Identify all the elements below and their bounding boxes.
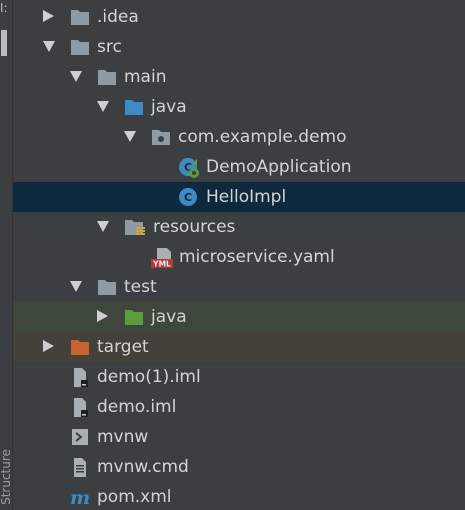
folder-icon (70, 8, 90, 26)
iml-file-icon (70, 397, 90, 417)
tree-item-label: .idea (97, 7, 139, 27)
svg-text:C: C (184, 191, 192, 204)
tree-item-demo1-iml[interactable]: demo(1).iml (13, 362, 465, 392)
tree-item-label: java (151, 97, 187, 117)
package-icon (151, 128, 171, 146)
project-tree: .idea src main java com.example.demo C D… (13, 2, 465, 510)
tree-item-idea[interactable]: .idea (13, 2, 465, 32)
tree-item-label: src (97, 37, 122, 57)
tree-item-label: resources (153, 217, 236, 237)
tree-item-label: main (124, 67, 167, 87)
tree-item-resources[interactable]: resources (13, 212, 465, 242)
tree-item-label: target (97, 337, 149, 357)
tree-item-java-main[interactable]: java (13, 92, 465, 122)
tree-item-demoapplication[interactable]: C DemoApplication (13, 152, 465, 182)
tree-item-helloimpl[interactable]: C HelloImpl (13, 182, 465, 212)
structure-tab[interactable]: Structure (0, 449, 13, 505)
shell-script-icon (70, 428, 90, 446)
tree-item-label: mvnw (97, 427, 149, 447)
chevron-right-icon[interactable] (43, 340, 54, 352)
tree-item-label: java (151, 307, 187, 327)
tree-item-label: com.example.demo (178, 127, 347, 147)
text-file-icon (70, 457, 90, 477)
chevron-down-icon[interactable] (70, 71, 82, 82)
test-source-folder-icon (124, 308, 144, 326)
folder-icon (70, 38, 90, 56)
chevron-right-icon[interactable] (43, 10, 54, 22)
yaml-file-icon: YML (151, 247, 173, 269)
tree-item-label: DemoApplication (206, 157, 352, 177)
tree-item-label: test (124, 277, 157, 297)
svg-text:m: m (70, 487, 90, 507)
source-folder-icon (124, 98, 144, 116)
chevron-down-icon[interactable] (97, 101, 109, 112)
spring-boot-class-icon: C (178, 157, 199, 178)
folder-icon (97, 68, 117, 86)
maven-icon: m (68, 485, 90, 507)
side-strip-top-label[interactable]: Ⅰ: (0, 2, 8, 14)
tree-item-package[interactable]: com.example.demo (13, 122, 465, 152)
chevron-down-icon[interactable] (43, 41, 55, 52)
tree-item-test[interactable]: test (13, 272, 465, 302)
iml-file-icon (70, 367, 90, 387)
resources-folder-icon (124, 218, 145, 236)
chevron-down-icon[interactable] (124, 131, 136, 142)
tree-item-target[interactable]: target (13, 332, 465, 362)
folder-icon (97, 278, 117, 296)
tree-item-label: demo(1).iml (97, 367, 201, 387)
tree-item-main[interactable]: main (13, 62, 465, 92)
tree-item-demo-iml[interactable]: demo.iml (13, 392, 465, 422)
tree-item-label: demo.iml (97, 397, 177, 417)
tree-item-mvnw-cmd[interactable]: mvnw.cmd (13, 452, 465, 482)
class-icon: C (178, 187, 198, 206)
excluded-folder-icon (70, 338, 90, 356)
tree-item-pom-xml[interactable]: m pom.xml (13, 482, 465, 510)
side-tool-strip: Ⅰ: Structure (0, 0, 13, 510)
project-tool-window: Ⅰ: Structure .idea src main java com.exa… (0, 0, 465, 510)
chevron-right-icon[interactable] (97, 310, 108, 322)
tree-item-label: microservice.yaml (179, 247, 335, 267)
tree-item-java-test[interactable]: java (13, 302, 465, 332)
project-tab-marker[interactable] (1, 30, 7, 56)
tree-item-label: mvnw.cmd (97, 457, 189, 477)
svg-text:YML: YML (152, 260, 171, 269)
tree-item-label: HelloImpl (206, 187, 287, 207)
tree-item-mvnw[interactable]: mvnw (13, 422, 465, 452)
tree-item-src[interactable]: src (13, 32, 465, 62)
chevron-down-icon[interactable] (97, 221, 109, 232)
tree-item-microservice-yaml[interactable]: YML microservice.yaml (13, 242, 465, 272)
tree-item-label: pom.xml (97, 487, 172, 507)
chevron-down-icon[interactable] (70, 281, 82, 292)
